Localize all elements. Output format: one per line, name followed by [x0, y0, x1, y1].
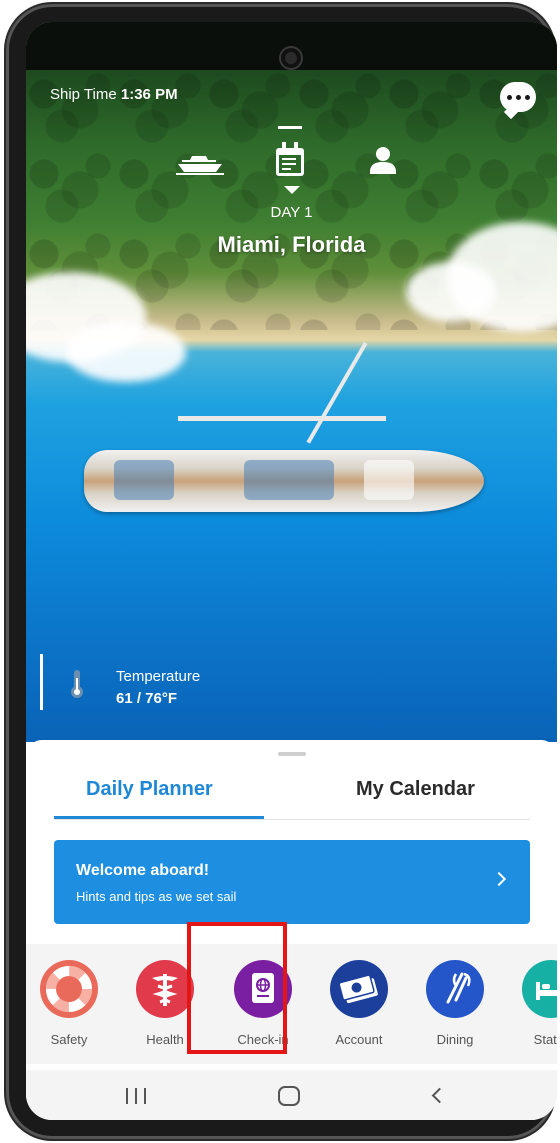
phone-frame: Ship Time 1:36 PM DAY 1 Miami, Florida T…: [6, 4, 557, 1139]
quick-actions-bar: Safety Health Check-in Account Dining St…: [26, 944, 557, 1064]
quick-action-label: Stater: [533, 1032, 557, 1047]
chat-button[interactable]: [500, 82, 536, 112]
life-ring-icon: [40, 960, 98, 1018]
top-navigation: [26, 126, 557, 194]
quick-action-dining[interactable]: Dining: [415, 960, 495, 1047]
day-label: DAY 1: [270, 204, 313, 221]
quick-action-health[interactable]: Health: [125, 960, 205, 1047]
port-name: Miami, Florida: [217, 232, 366, 257]
quick-action-label: Check-in: [237, 1032, 289, 1047]
passport-icon: [234, 960, 292, 1018]
temperature-divider: [40, 654, 43, 710]
chat-dot-icon: [524, 94, 530, 100]
ship-time-value: 1:36 PM: [120, 86, 178, 103]
money-icon: [330, 960, 388, 1018]
tab-daily-planner[interactable]: Daily Planner: [86, 778, 213, 801]
cloud: [66, 322, 186, 382]
ship-deck: [244, 460, 334, 500]
ship-time: Ship Time 1:36 PM: [50, 86, 178, 103]
back-button[interactable]: [431, 1087, 448, 1104]
bottom-sheet: Daily Planner My Calendar Welcome aboard…: [26, 740, 557, 1120]
chevron-right-icon: [491, 871, 507, 887]
fork-knife-icon: [426, 960, 484, 1018]
thermometer-icon: [71, 670, 83, 698]
person-icon[interactable]: [366, 144, 400, 178]
tab-my-calendar[interactable]: My Calendar: [356, 778, 475, 801]
pier: [178, 416, 386, 421]
chat-dot-icon: [515, 94, 521, 100]
system-navigation-bar: [26, 1070, 557, 1120]
bed-icon: [522, 960, 557, 1018]
caret-down-icon: [284, 186, 300, 194]
quick-action-label: Account: [335, 1032, 383, 1047]
ship-deck: [364, 460, 414, 500]
front-camera: [281, 48, 301, 68]
recent-apps-button[interactable]: [126, 1088, 146, 1104]
chat-dot-icon: [506, 94, 512, 100]
calendar-icon[interactable]: [274, 142, 306, 180]
home-button[interactable]: [278, 1086, 300, 1106]
hero-map: Ship Time 1:36 PM DAY 1 Miami, Florida T…: [26, 22, 557, 742]
tab-divider: [54, 819, 530, 820]
active-tab-underline: [54, 816, 264, 819]
welcome-subtitle: Hints and tips as we set sail: [76, 889, 237, 904]
sheet-grabber[interactable]: [278, 752, 306, 756]
cloud: [406, 262, 496, 322]
app-screen: Ship Time 1:36 PM DAY 1 Miami, Florida T…: [26, 22, 557, 1120]
ship-time-label: Ship Time: [50, 86, 117, 103]
ship-image: [84, 450, 484, 512]
ship-icon[interactable]: [176, 152, 224, 176]
caduceus-icon: [136, 960, 194, 1018]
ship-deck: [114, 460, 174, 500]
quick-action-account[interactable]: Account: [319, 960, 399, 1047]
quick-action-stateroom[interactable]: Stater: [511, 960, 557, 1047]
quick-action-label: Health: [146, 1032, 184, 1047]
pier: [306, 342, 368, 444]
welcome-title: Welcome aboard!: [76, 862, 210, 879]
active-indicator: [278, 126, 302, 129]
quick-action-check-in[interactable]: Check-in: [223, 960, 303, 1047]
quick-action-label: Dining: [436, 1032, 474, 1047]
quick-action-safety[interactable]: Safety: [29, 960, 109, 1047]
temperature-label: Temperature: [116, 668, 201, 685]
quick-action-label: Safety: [50, 1032, 88, 1047]
welcome-card[interactable]: Welcome aboard! Hints and tips as we set…: [54, 840, 530, 924]
temperature-value: 61 / 76°F: [116, 690, 178, 707]
